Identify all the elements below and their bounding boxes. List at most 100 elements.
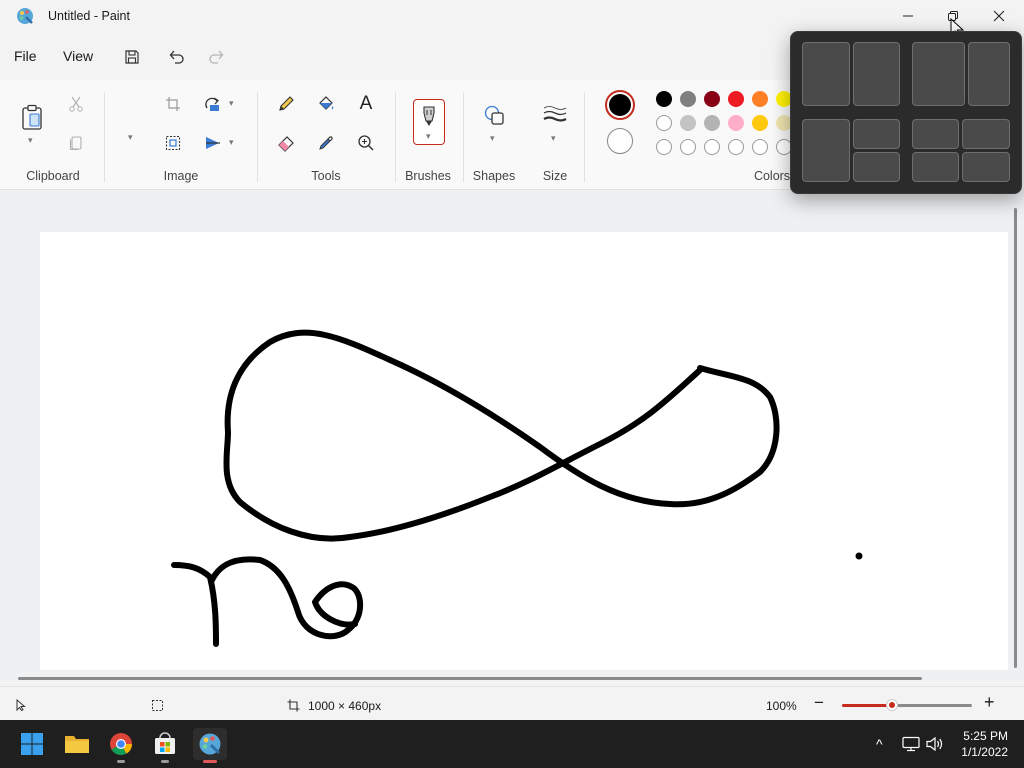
microsoft-store-button[interactable]: [149, 728, 181, 763]
clock-time: 5:25 PM: [963, 729, 1008, 743]
copy-icon: [69, 136, 82, 151]
redo-button[interactable]: [202, 44, 230, 70]
color-picker-tool-button[interactable]: [311, 129, 341, 157]
paste-button[interactable]: [17, 100, 47, 134]
palette-swatch[interactable]: [752, 139, 768, 155]
magnifier-icon: [358, 135, 374, 151]
drawing-canvas[interactable]: [40, 232, 1008, 670]
undo-button[interactable]: [163, 44, 191, 70]
shapes-icon: [484, 105, 504, 125]
file-explorer-button[interactable]: [61, 728, 93, 760]
palette-swatch[interactable]: [704, 139, 720, 155]
primary-color-swatch: [609, 94, 631, 116]
snap-zone-quadrant-top-left[interactable]: [912, 119, 959, 149]
palette-swatch[interactable]: [752, 91, 768, 107]
snap-zone-left-column[interactable]: [802, 119, 850, 182]
minimize-icon: [903, 15, 913, 17]
resize-icon: [165, 135, 181, 151]
clock[interactable]: 5:25 PM 1/1/2022: [961, 728, 1008, 760]
volume-icon[interactable]: [926, 736, 944, 752]
paint-icon: [199, 733, 221, 755]
select-dropdown-chevron-icon[interactable]: ▾: [128, 132, 133, 143]
snap-zone-top-right[interactable]: [853, 119, 900, 149]
snap-zone-half-left[interactable]: [802, 42, 850, 106]
rotate-icon: [205, 97, 219, 111]
snap-zone-quadrant-top-right[interactable]: [962, 119, 1010, 149]
palette-swatch[interactable]: [656, 91, 672, 107]
shapes-dropdown-chevron-icon[interactable]: ▾: [490, 133, 495, 144]
save-button[interactable]: [118, 44, 146, 70]
snap-zone-two-thirds-left[interactable]: [912, 42, 965, 106]
canvas-size-icon: [287, 699, 300, 712]
size-button[interactable]: [540, 100, 570, 128]
snap-zone-quadrant-bottom-left[interactable]: [912, 152, 959, 182]
zoom-in-button[interactable]: +: [984, 692, 995, 713]
view-menu[interactable]: View: [63, 48, 93, 64]
cut-button[interactable]: [61, 90, 91, 118]
close-button[interactable]: [976, 0, 1022, 32]
size-group-label: Size: [542, 169, 568, 183]
size-dropdown-chevron-icon[interactable]: ▾: [551, 133, 556, 144]
rotate-button[interactable]: [198, 90, 228, 118]
eraser-tool-button[interactable]: [271, 129, 301, 157]
ribbon-separator: [584, 92, 585, 182]
text-tool-button[interactable]: A: [351, 90, 381, 118]
horizontal-scrollbar[interactable]: [18, 677, 922, 680]
paint-taskbar-button[interactable]: [193, 728, 227, 763]
palette-swatch[interactable]: [656, 115, 672, 131]
pencil-tool-button[interactable]: [271, 90, 301, 118]
palette-swatch[interactable]: [704, 115, 720, 131]
magnifier-tool-button[interactable]: [351, 129, 381, 157]
snap-layouts-flyout: [790, 31, 1022, 194]
fill-tool-button[interactable]: [311, 90, 341, 118]
ribbon-separator: [463, 92, 464, 182]
eyedropper-icon: [319, 136, 333, 150]
palette-swatch[interactable]: [680, 115, 696, 131]
vertical-scrollbar[interactable]: [1014, 208, 1017, 668]
secondary-color-button[interactable]: [607, 128, 633, 154]
palette-swatch[interactable]: [728, 91, 744, 107]
palette-swatch[interactable]: [728, 115, 744, 131]
tools-group-label: Tools: [311, 169, 341, 183]
canvas-drawing: [171, 329, 863, 647]
snap-zone-quadrant-bottom-right[interactable]: [962, 152, 1010, 182]
primary-color-button[interactable]: [605, 90, 635, 120]
shapes-button[interactable]: [479, 101, 509, 129]
palette-swatch[interactable]: [752, 115, 768, 131]
zoom-percent: 100%: [766, 699, 797, 713]
palette-swatch[interactable]: [704, 91, 720, 107]
flip-button[interactable]: [198, 129, 228, 157]
paste-dropdown-chevron-icon[interactable]: ▾: [28, 135, 33, 146]
flip-dropdown-chevron-icon[interactable]: ▾: [229, 137, 234, 148]
palette-swatch[interactable]: [680, 139, 696, 155]
zoom-slider[interactable]: [842, 699, 972, 711]
zoom-slider-thumb[interactable]: [886, 699, 899, 711]
zoom-out-button[interactable]: −: [814, 693, 824, 713]
brushes-button[interactable]: ▾: [413, 99, 445, 145]
snap-zone-half-right[interactable]: [853, 42, 900, 106]
chrome-button[interactable]: [105, 728, 137, 763]
crop-icon: [166, 97, 180, 111]
snap-zone-one-third-right[interactable]: [968, 42, 1010, 106]
resize-button[interactable]: [158, 129, 188, 157]
start-button[interactable]: [16, 728, 48, 760]
network-icon[interactable]: [902, 736, 920, 752]
microsoft-store-icon: [155, 732, 175, 754]
snap-zone-bottom-right[interactable]: [853, 152, 900, 182]
zoom-slider-fill: [842, 704, 893, 707]
title-bar: Untitled - Paint: [0, 0, 1024, 39]
copy-button[interactable]: [61, 129, 91, 157]
brushes-dropdown-chevron-icon[interactable]: ▾: [426, 131, 431, 142]
close-icon: [993, 10, 1005, 22]
file-menu[interactable]: File: [14, 48, 37, 64]
crop-button[interactable]: [158, 90, 188, 118]
menu-bar: File View: [0, 40, 780, 72]
palette-swatch[interactable]: [728, 139, 744, 155]
clock-date: 1/1/2022: [961, 745, 1008, 759]
show-hidden-icons-button[interactable]: ^: [876, 736, 883, 752]
ribbon-separator: [395, 92, 396, 182]
rotate-dropdown-chevron-icon[interactable]: ▾: [229, 98, 234, 109]
minimize-button[interactable]: [885, 0, 931, 32]
palette-swatch[interactable]: [680, 91, 696, 107]
palette-swatch[interactable]: [656, 139, 672, 155]
